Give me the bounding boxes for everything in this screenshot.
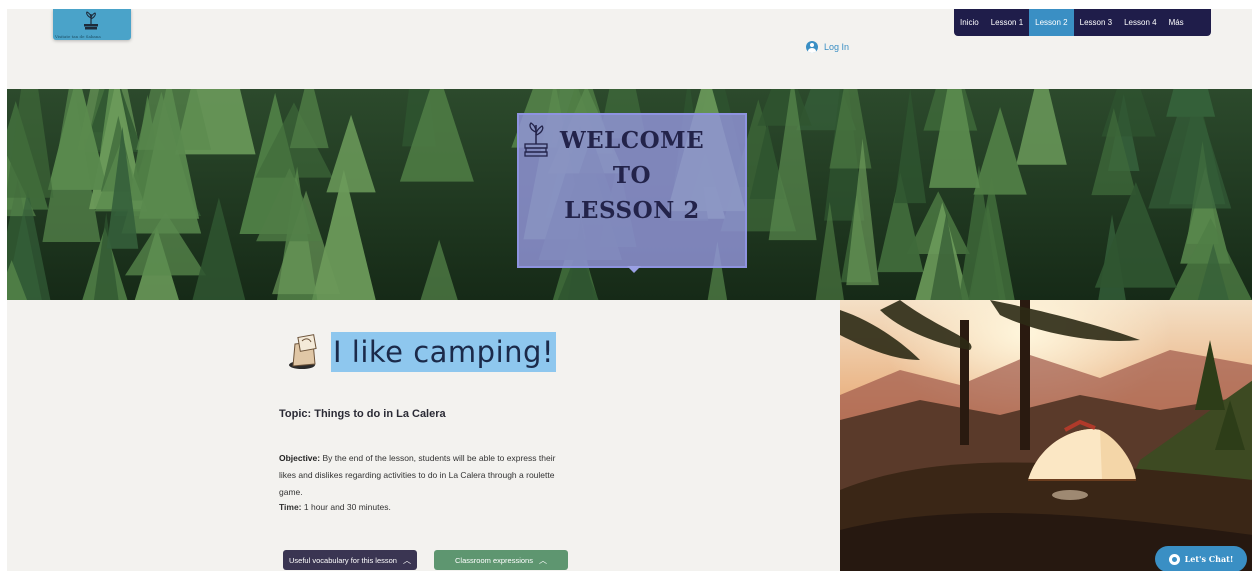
classroom-expressions-label: Classroom expressions bbox=[455, 555, 533, 565]
objective-text: By the end of the lesson, students will … bbox=[279, 453, 556, 497]
bag-sticker-icon bbox=[289, 334, 317, 369]
box-pointer bbox=[627, 266, 641, 273]
page: Visitate tan de Sabana Inicio Lesson 1 L… bbox=[7, 9, 1252, 571]
nav-item-lesson-2[interactable]: Lesson 2 bbox=[1029, 9, 1074, 36]
classroom-expressions-button[interactable]: Classroom expressions ︿ bbox=[434, 550, 568, 570]
chevron-up-icon: ︿ bbox=[402, 555, 411, 565]
main-nav: Inicio Lesson 1 Lesson 2 Lesson 3 Lesson… bbox=[954, 9, 1211, 36]
camping-photo bbox=[840, 300, 1252, 571]
welcome-box: WELCOME TO LESSON 2 bbox=[517, 113, 747, 273]
nav-item-lesson-4[interactable]: Lesson 4 bbox=[1118, 9, 1162, 36]
login-label: Log In bbox=[824, 42, 850, 52]
lesson-title: I like camping! bbox=[331, 332, 557, 372]
chevron-up-icon: ︿ bbox=[538, 555, 547, 565]
login-button[interactable]: Log In bbox=[806, 41, 849, 53]
nav-item-mas[interactable]: Más bbox=[1163, 9, 1190, 36]
welcome-line-2: TO bbox=[612, 162, 652, 189]
lesson-topic: Topic: Things to do in La Calera bbox=[279, 408, 446, 420]
site-logo[interactable]: Visitate tan de Sabana bbox=[53, 9, 131, 40]
plant-logo-icon bbox=[84, 11, 98, 30]
objective-label: Objective: bbox=[279, 453, 321, 463]
welcome-line-1: WELCOME bbox=[559, 127, 705, 154]
nav-item-lesson-3[interactable]: Lesson 3 bbox=[1074, 9, 1118, 36]
vocabulary-button[interactable]: Useful vocabulary for this lesson ︿ bbox=[283, 550, 417, 570]
lesson-objective: Objective: By the end of the lesson, stu… bbox=[279, 450, 574, 501]
user-avatar-icon bbox=[806, 41, 818, 53]
lets-chat-label: Let's Chat! bbox=[1184, 554, 1234, 564]
logo-text: Visitate tan de Sabana bbox=[55, 34, 101, 39]
camping-scene-image bbox=[840, 300, 1252, 571]
lesson-title-row: I like camping! bbox=[285, 332, 557, 372]
hero-banner: WELCOME TO LESSON 2 bbox=[7, 89, 1252, 300]
nav-item-lesson-1[interactable]: Lesson 1 bbox=[985, 9, 1029, 36]
time-label: Time: bbox=[279, 502, 302, 512]
vocabulary-button-label: Useful vocabulary for this lesson bbox=[289, 555, 397, 565]
plant-books-icon bbox=[524, 122, 548, 157]
time-text: 1 hour and 30 minutes. bbox=[301, 502, 391, 512]
lets-chat-button[interactable]: Let's Chat! bbox=[1155, 546, 1247, 571]
welcome-line-3: LESSON 2 bbox=[564, 197, 700, 224]
chat-bubble-icon bbox=[1168, 553, 1180, 565]
lesson-time: Time: 1 hour and 30 minutes. bbox=[279, 499, 391, 516]
nav-item-inicio[interactable]: Inicio bbox=[954, 9, 985, 36]
